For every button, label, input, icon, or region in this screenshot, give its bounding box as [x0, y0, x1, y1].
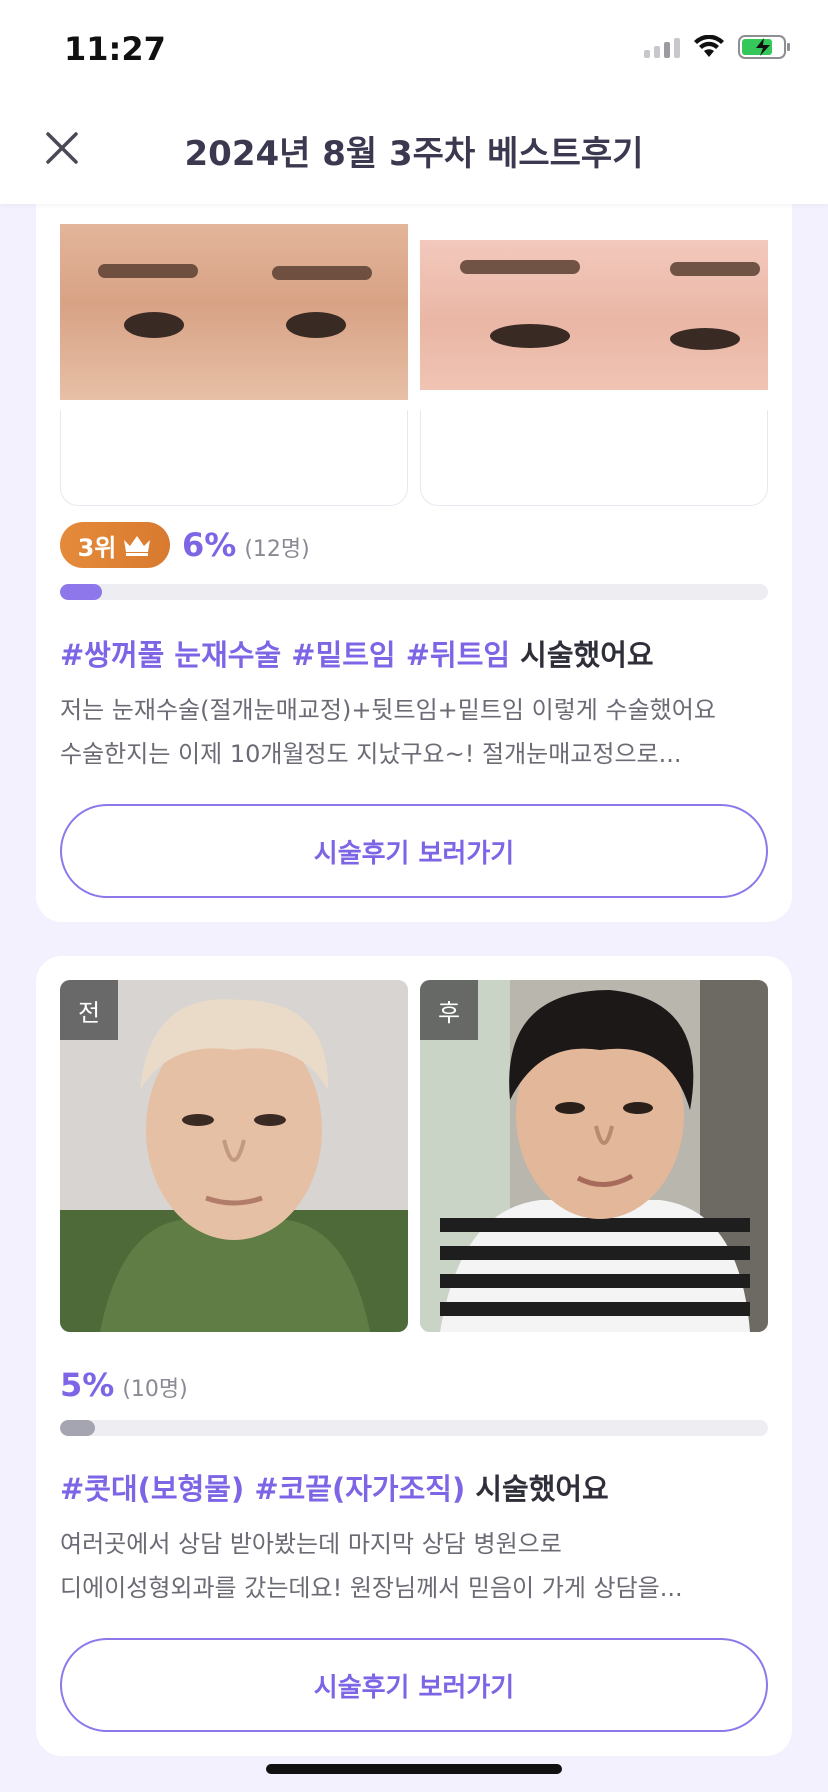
view-review-button[interactable]: 시술후기 보러가기 — [60, 804, 768, 898]
tag-item: #코끝(자가조직) — [254, 1472, 466, 1506]
tag-item: #콧대(보형물) — [60, 1472, 245, 1506]
desc-line: 여러곳에서 상담 받아봤는데 마지막 상담 병원으로 — [60, 1530, 562, 1558]
status-bar: 11:27 — [0, 0, 828, 96]
percent-row: 5% (10명) — [60, 1366, 188, 1404]
progress-bar — [60, 584, 768, 600]
progress-fill — [60, 584, 103, 600]
rank-badge: 3위 — [60, 522, 170, 568]
review-description: 저는 눈재수술(절개눈매교정)+뒷트임+밑트임 이렇게 수술했어요 수술한지는 … — [60, 688, 768, 776]
page-title: 2024년 8월 3주차 베스트후기 — [184, 134, 644, 174]
review-description: 여러곳에서 상담 받아봤는데 마지막 상담 병원으로 디에이성형외과를 갔는데요… — [60, 1522, 768, 1610]
status-time: 11:27 — [64, 30, 166, 68]
review-card: 3위 6% (12명) #쌍꺼풀 눈재수술 #밑트임 #뒤트임 시술했어요 저는… — [36, 180, 792, 922]
crown-icon — [124, 536, 151, 556]
battery-charging-icon — [738, 35, 790, 59]
photo-frame — [420, 410, 768, 506]
photo-frame — [60, 410, 408, 506]
review-card: 전 후 5% (10명) #콧대(보형물) #코끝(자가조직) 시술했어요 여러… — [36, 956, 792, 1756]
cellular-signal-icon — [644, 36, 680, 58]
rank-label: 3위 — [77, 533, 117, 562]
home-indicator — [266, 1764, 562, 1774]
before-photo — [60, 224, 408, 400]
procedure-tags: #쌍꺼풀 눈재수술 #밑트임 #뒤트임 시술했어요 — [60, 632, 654, 674]
status-icons — [644, 34, 792, 60]
before-photo: 전 — [60, 980, 408, 1332]
after-photo: 후 — [420, 980, 768, 1332]
desc-line: 저는 눈재수술(절개눈매교정)+뒷트임+밑트임 이렇게 수술했어요 — [60, 696, 716, 724]
progress-bar — [60, 1420, 768, 1436]
tag-suffix: 시술했어요 — [520, 638, 654, 672]
tag-item: #뒤트임 — [405, 638, 511, 672]
desc-line: 디에이성형외과를 갔는데요! 원장님께서 믿음이 가게 상담을... — [60, 1574, 683, 1602]
percent-row: 6% (12명) — [182, 526, 310, 564]
tag-suffix: 시술했어요 — [475, 1472, 609, 1506]
tag-item: #밑트임 — [291, 638, 396, 672]
desc-line: 수술한지는 이제 10개월정도 지났구요~! 절개눈매교정으로... — [60, 740, 682, 768]
procedure-tags: #콧대(보형물) #코끝(자가조직) 시술했어요 — [60, 1466, 609, 1508]
tag-item: #쌍꺼풀 눈재수술 — [60, 638, 282, 672]
percent-value: 5% — [60, 1366, 115, 1404]
percent-count: (12명) — [244, 537, 310, 562]
after-label: 후 — [420, 980, 478, 1040]
striped-shirt — [440, 1200, 750, 1332]
percent-count: (10명) — [122, 1377, 188, 1402]
percent-value: 6% — [182, 526, 237, 564]
progress-fill — [60, 1420, 96, 1436]
before-label: 전 — [60, 980, 118, 1040]
after-photo — [420, 240, 768, 390]
wifi-icon — [694, 35, 724, 57]
view-review-button[interactable]: 시술후기 보러가기 — [60, 1638, 768, 1732]
nav-header: 2024년 8월 3주차 베스트후기 — [0, 96, 828, 204]
